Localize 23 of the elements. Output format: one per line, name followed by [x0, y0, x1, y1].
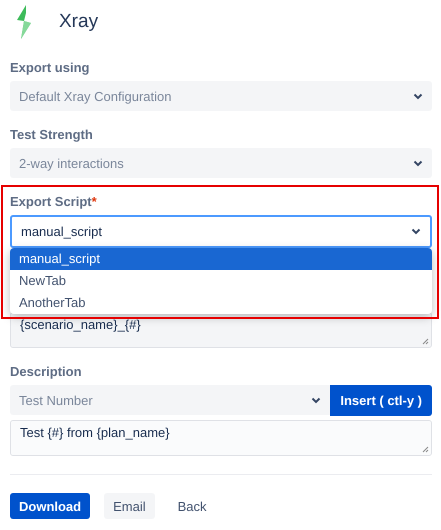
- dropdown-option[interactable]: NewTab: [10, 270, 432, 292]
- back-link[interactable]: Back: [168, 493, 216, 519]
- chevron-down-icon: [413, 160, 423, 166]
- action-button[interactable]: Download: [10, 493, 90, 519]
- action-button[interactable]: Email: [104, 493, 155, 519]
- field-label: Description: [10, 364, 83, 379]
- insert-button[interactable]: Insert ( ctl-y ): [330, 385, 432, 416]
- chevron-down-icon: [411, 228, 421, 235]
- dropdown-option[interactable]: AnotherTab: [10, 292, 432, 314]
- select-field[interactable]: manual_script: [10, 215, 432, 248]
- text-area-value: {scenario_name}_{#}: [20, 317, 141, 332]
- text-area[interactable]: Test {#} from {plan_name}: [10, 420, 432, 456]
- app-title: Xray: [59, 11, 98, 33]
- chevron-down-icon: [413, 92, 423, 100]
- text-area-value: Test {#} from {plan_name}: [20, 425, 170, 440]
- lightning-bolt-icon: [15, 4, 33, 40]
- field-label: Test Strength: [10, 127, 94, 142]
- resize-grip-icon: [422, 338, 429, 345]
- field-label: Export Script*: [10, 194, 97, 209]
- dropdown-option[interactable]: manual_script: [10, 248, 432, 270]
- resize-grip-icon: [422, 446, 429, 453]
- field-label: Export using: [10, 60, 90, 75]
- chevron-down-icon: [311, 396, 322, 404]
